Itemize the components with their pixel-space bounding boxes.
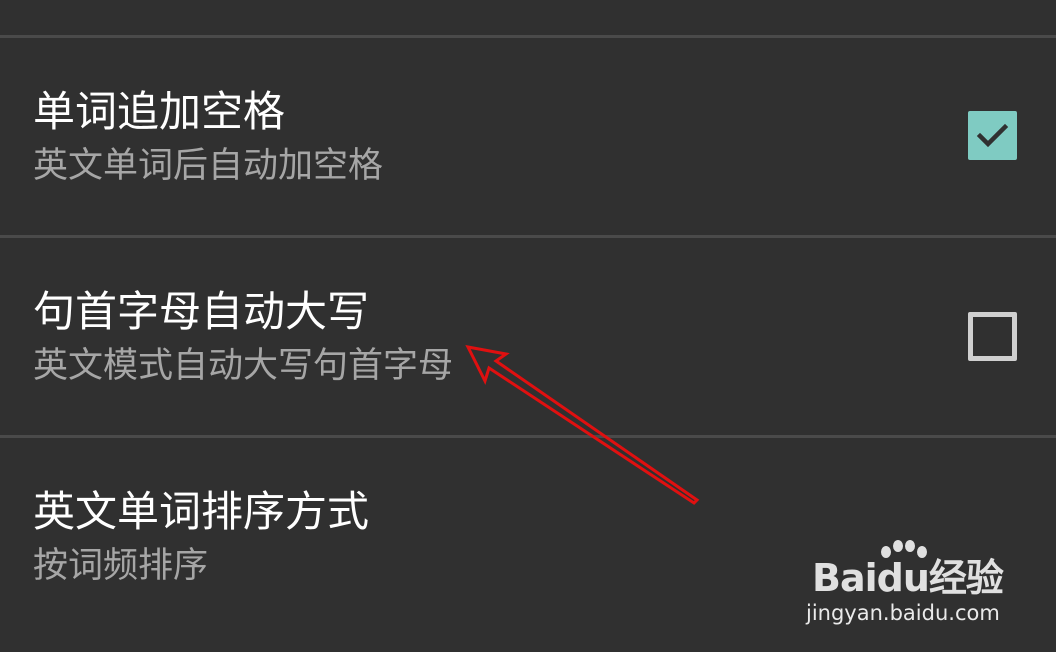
setting-row-append-space[interactable]: 单词追加空格 英文单词后自动加空格 <box>0 38 1056 235</box>
setting-row-auto-capitalize[interactable]: 句首字母自动大写 英文模式自动大写句首字母 <box>0 238 1056 435</box>
auto-capitalize-checkbox[interactable] <box>968 312 1017 361</box>
watermark-url: jingyan.baidu.com <box>806 601 1000 625</box>
setting-subtitle: 按词频排序 <box>33 546 209 586</box>
setting-subtitle: 英文单词后自动加空格 <box>33 146 384 186</box>
append-space-checkbox[interactable] <box>968 111 1017 160</box>
checkmark-icon <box>976 123 1009 148</box>
setting-title: 英文单词排序方式 <box>33 487 370 536</box>
watermark-logo: Baidu经验 <box>812 556 1004 600</box>
setting-title: 单词追加空格 <box>33 87 286 136</box>
setting-subtitle: 英文模式自动大写句首字母 <box>33 346 454 386</box>
setting-title: 句首字母自动大写 <box>33 287 370 336</box>
baidu-jingyan-watermark: Baidu经验 jingyan.baidu.com <box>806 540 1006 630</box>
